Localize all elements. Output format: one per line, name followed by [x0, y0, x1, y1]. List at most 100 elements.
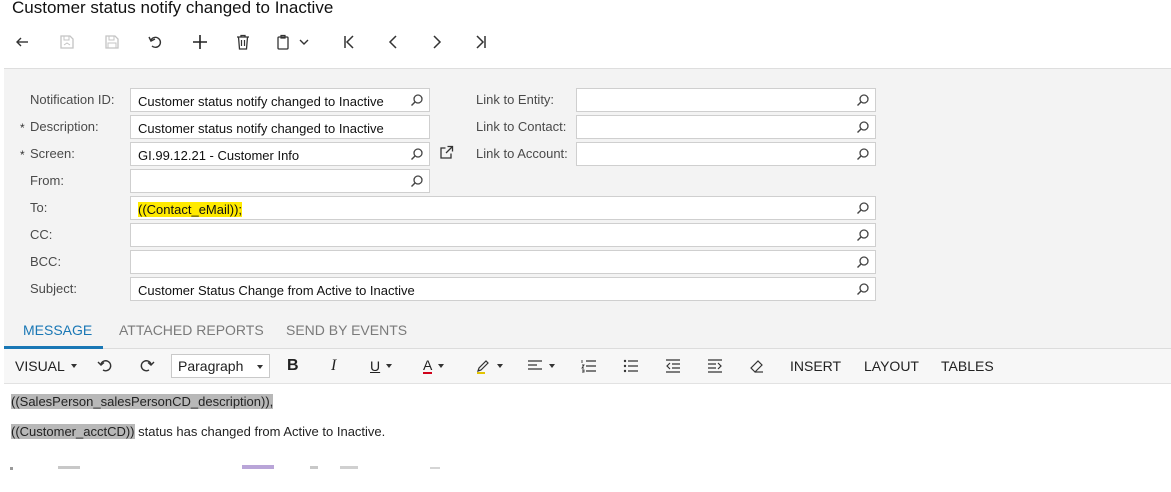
- description-field[interactable]: Customer status notify changed to Inacti…: [130, 115, 430, 139]
- link-to-entity-field[interactable]: [576, 88, 876, 112]
- notification-form: Notification ID: Customer status notify …: [4, 68, 1171, 315]
- visual-mode-label: VISUAL: [15, 358, 65, 374]
- description-label: Description:: [30, 119, 99, 134]
- tab-bar: MESSAGE ATTACHED REPORTS SEND BY EVENTS: [4, 315, 1171, 349]
- redo-icon: [140, 360, 155, 372]
- bullet-list-button[interactable]: [623, 349, 639, 383]
- underline-label: U: [370, 358, 381, 374]
- delete-button[interactable]: [229, 28, 257, 56]
- indent-icon: [708, 359, 722, 373]
- font-color-label: A: [423, 357, 433, 374]
- from-field[interactable]: [130, 169, 430, 193]
- cancel-changes-button[interactable]: [141, 28, 169, 56]
- copy-paste-icon: [277, 34, 289, 50]
- description-value: Customer status notify changed to Inacti…: [138, 121, 384, 136]
- cc-field[interactable]: [130, 223, 876, 247]
- caret-down-icon: [257, 365, 263, 369]
- font-color-button[interactable]: A: [423, 349, 445, 383]
- subject-field[interactable]: Customer Status Change from Active to In…: [130, 277, 876, 301]
- undo-icon: [97, 360, 112, 372]
- page-title: Customer status notify changed to Inacti…: [12, 0, 334, 17]
- ordered-list-button[interactable]: [581, 349, 597, 383]
- notification-id-label: Notification ID:: [30, 92, 115, 107]
- visual-mode-dropdown[interactable]: VISUAL: [15, 349, 77, 383]
- next-record-icon: [433, 35, 442, 49]
- to-value: ((Contact_eMail));: [138, 202, 243, 217]
- previous-record-icon: [388, 35, 397, 49]
- search-icon[interactable]: [856, 147, 870, 161]
- tab-send-by-events[interactable]: SEND BY EVENTS: [286, 322, 407, 338]
- link-to-contact-field[interactable]: [576, 115, 876, 139]
- search-icon[interactable]: [856, 120, 870, 134]
- save-close-icon: [60, 35, 74, 49]
- layout-menu[interactable]: LAYOUT: [864, 349, 919, 383]
- link-to-account-field[interactable]: [576, 142, 876, 166]
- subject-label: Subject:: [30, 281, 77, 296]
- search-icon[interactable]: [856, 228, 870, 242]
- caret-down-icon: [70, 364, 77, 368]
- outdent-button[interactable]: [665, 349, 681, 383]
- tables-menu[interactable]: TABLES: [941, 349, 994, 383]
- last-record-icon: [476, 35, 486, 49]
- caret-down-icon: [549, 364, 555, 368]
- search-icon[interactable]: [410, 93, 424, 107]
- message-line-2[interactable]: ((Customer_acctCD)) status has changed f…: [11, 424, 385, 439]
- paragraph-style-select[interactable]: Paragraph: [171, 354, 270, 378]
- add-button[interactable]: [186, 28, 214, 56]
- redo-button[interactable]: [138, 349, 156, 383]
- search-icon[interactable]: [410, 147, 424, 161]
- previous-record-button[interactable]: [379, 28, 407, 56]
- subject-value: Customer Status Change from Active to In…: [138, 283, 415, 298]
- search-icon[interactable]: [856, 93, 870, 107]
- search-icon[interactable]: [856, 201, 870, 215]
- notification-id-value: Customer status notify changed to Inacti…: [138, 94, 384, 109]
- bcc-field[interactable]: [130, 250, 876, 274]
- italic-button[interactable]: I: [331, 349, 336, 383]
- copy-paste-button[interactable]: [274, 28, 320, 56]
- insert-menu[interactable]: INSERT: [790, 349, 841, 383]
- search-icon[interactable]: [856, 282, 870, 296]
- required-marker: *: [20, 148, 25, 162]
- tab-attached-reports[interactable]: ATTACHED REPORTS: [119, 322, 264, 338]
- chevron-down-icon: [299, 39, 309, 45]
- last-record-button[interactable]: [467, 28, 495, 56]
- external-link-icon[interactable]: [439, 145, 454, 160]
- next-record-button[interactable]: [423, 28, 451, 56]
- search-icon[interactable]: [856, 255, 870, 269]
- link-to-entity-label: Link to Entity:: [476, 92, 555, 107]
- record-toolbar: [0, 28, 520, 56]
- back-icon: [16, 37, 28, 47]
- bold-button[interactable]: B: [287, 349, 299, 383]
- back-button[interactable]: [8, 28, 36, 56]
- caret-down-icon: [497, 364, 503, 368]
- link-to-account-label: Link to Account:: [476, 146, 568, 161]
- underline-button[interactable]: U: [370, 349, 393, 383]
- save-button[interactable]: [98, 28, 126, 56]
- tab-message[interactable]: MESSAGE: [23, 322, 92, 338]
- delete-icon: [237, 34, 249, 50]
- to-label: To:: [30, 200, 48, 215]
- save-icon: [105, 35, 119, 49]
- notification-id-field[interactable]: Customer status notify changed to Inacti…: [130, 88, 430, 112]
- indent-button[interactable]: [707, 349, 723, 383]
- eraser-icon: [750, 360, 763, 373]
- cc-label: CC:: [30, 227, 53, 242]
- highlighter-icon: [477, 360, 489, 374]
- undo-button[interactable]: [96, 349, 114, 383]
- first-record-button[interactable]: [335, 28, 363, 56]
- screen-field[interactable]: GI.99.12.21 - Customer Info: [130, 142, 430, 166]
- salesperson-placeholder: ((SalesPerson_salesPersonCD_description)…: [11, 394, 274, 409]
- to-field[interactable]: ((Contact_eMail));: [130, 196, 876, 220]
- highlight-color-button[interactable]: [475, 349, 503, 383]
- clear-format-button[interactable]: [749, 349, 765, 383]
- add-icon: [193, 35, 207, 49]
- outdent-icon: [666, 359, 680, 373]
- screen-value: GI.99.12.21 - Customer Info: [138, 148, 300, 163]
- align-button[interactable]: [527, 349, 555, 383]
- caret-down-icon: [386, 364, 393, 368]
- first-record-icon: [344, 35, 354, 49]
- save-close-button[interactable]: [53, 28, 81, 56]
- search-icon[interactable]: [410, 174, 424, 188]
- message-line-1[interactable]: ((SalesPerson_salesPersonCD_description)…: [11, 394, 274, 409]
- cropped-text-fragment: [10, 465, 440, 470]
